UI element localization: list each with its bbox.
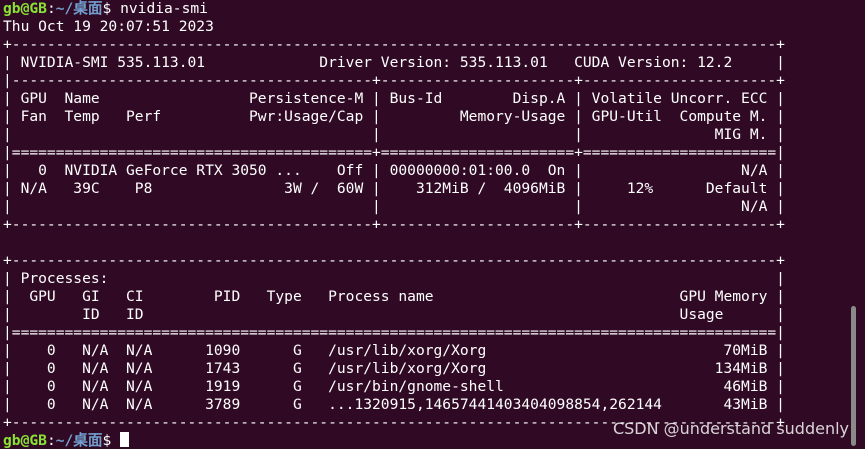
- output-line: | 0 N/A N/A 1090 G /usr/lib/xorg/Xorg 70…: [3, 342, 785, 359]
- output-line: | NVIDIA-SMI 535.113.01 Driver Version: …: [3, 54, 785, 71]
- command-text: nvidia-smi: [111, 0, 208, 17]
- watermark: CSDN @understand suddenly: [612, 419, 849, 438]
- prompt-user: gb@GB: [3, 0, 47, 17]
- output-line: +---------------------------------------…: [3, 252, 785, 269]
- output-line: |=======================================…: [3, 324, 785, 341]
- output-line: | 0 NVIDIA GeForce RTX 3050 ... Off | 00…: [3, 162, 785, 179]
- command-line: gb@GB:~/桌面$ nvidia-smi: [3, 0, 785, 18]
- scrollbar[interactable]: [851, 306, 856, 446]
- prompt-symbol: $: [102, 432, 112, 449]
- terminal-output: gb@GB:~/桌面$ nvidia-smi Thu Oct 19 20:07:…: [3, 0, 785, 449]
- output-line: | | | MIG M. |: [3, 126, 785, 143]
- prompt-user: gb@GB: [3, 432, 47, 449]
- output-line: | Processes: |: [3, 270, 785, 287]
- timestamp: Thu Oct 19 20:07:51 2023: [3, 18, 214, 35]
- prompt-path: ~/桌面: [55, 0, 103, 17]
- prompt-separator: :: [46, 0, 56, 17]
- output-line: | | | N/A |: [3, 198, 785, 215]
- prompt-path: ~/桌面: [55, 432, 103, 449]
- output-line: +---------------------------------------…: [3, 216, 785, 233]
- text-cursor: [120, 432, 130, 447]
- output-line: | N/A 39C P8 3W / 60W | 312MiB / 4096MiB…: [3, 180, 785, 197]
- prompt-symbol: $: [102, 0, 112, 17]
- output-line: +---------------------------------------…: [3, 36, 785, 53]
- nvidia-smi-output: +---------------------------------------…: [3, 36, 785, 432]
- output-line: | 0 N/A N/A 1919 G /usr/bin/gnome-shell …: [3, 378, 785, 395]
- output-line: | 0 N/A N/A 1743 G /usr/lib/xorg/Xorg 13…: [3, 360, 785, 377]
- output-line: | GPU Name Persistence-M | Bus-Id Disp.A…: [3, 90, 785, 107]
- output-line: | Fan Temp Perf Pwr:Usage/Cap | Memory-U…: [3, 108, 785, 125]
- prompt-separator: :: [46, 432, 56, 449]
- output-line: | GPU GI CI PID Type Process name GPU Me…: [3, 288, 785, 305]
- output-line: |---------------------------------------…: [3, 72, 785, 89]
- output-line: |=======================================…: [3, 144, 785, 161]
- output-line: | 0 N/A N/A 3789 G ...1320915,1465744140…: [3, 396, 785, 413]
- output-line: | ID ID Usage |: [3, 306, 785, 323]
- terminal-window[interactable]: gb@GB:~/桌面$ nvidia-smi Thu Oct 19 20:07:…: [0, 0, 865, 449]
